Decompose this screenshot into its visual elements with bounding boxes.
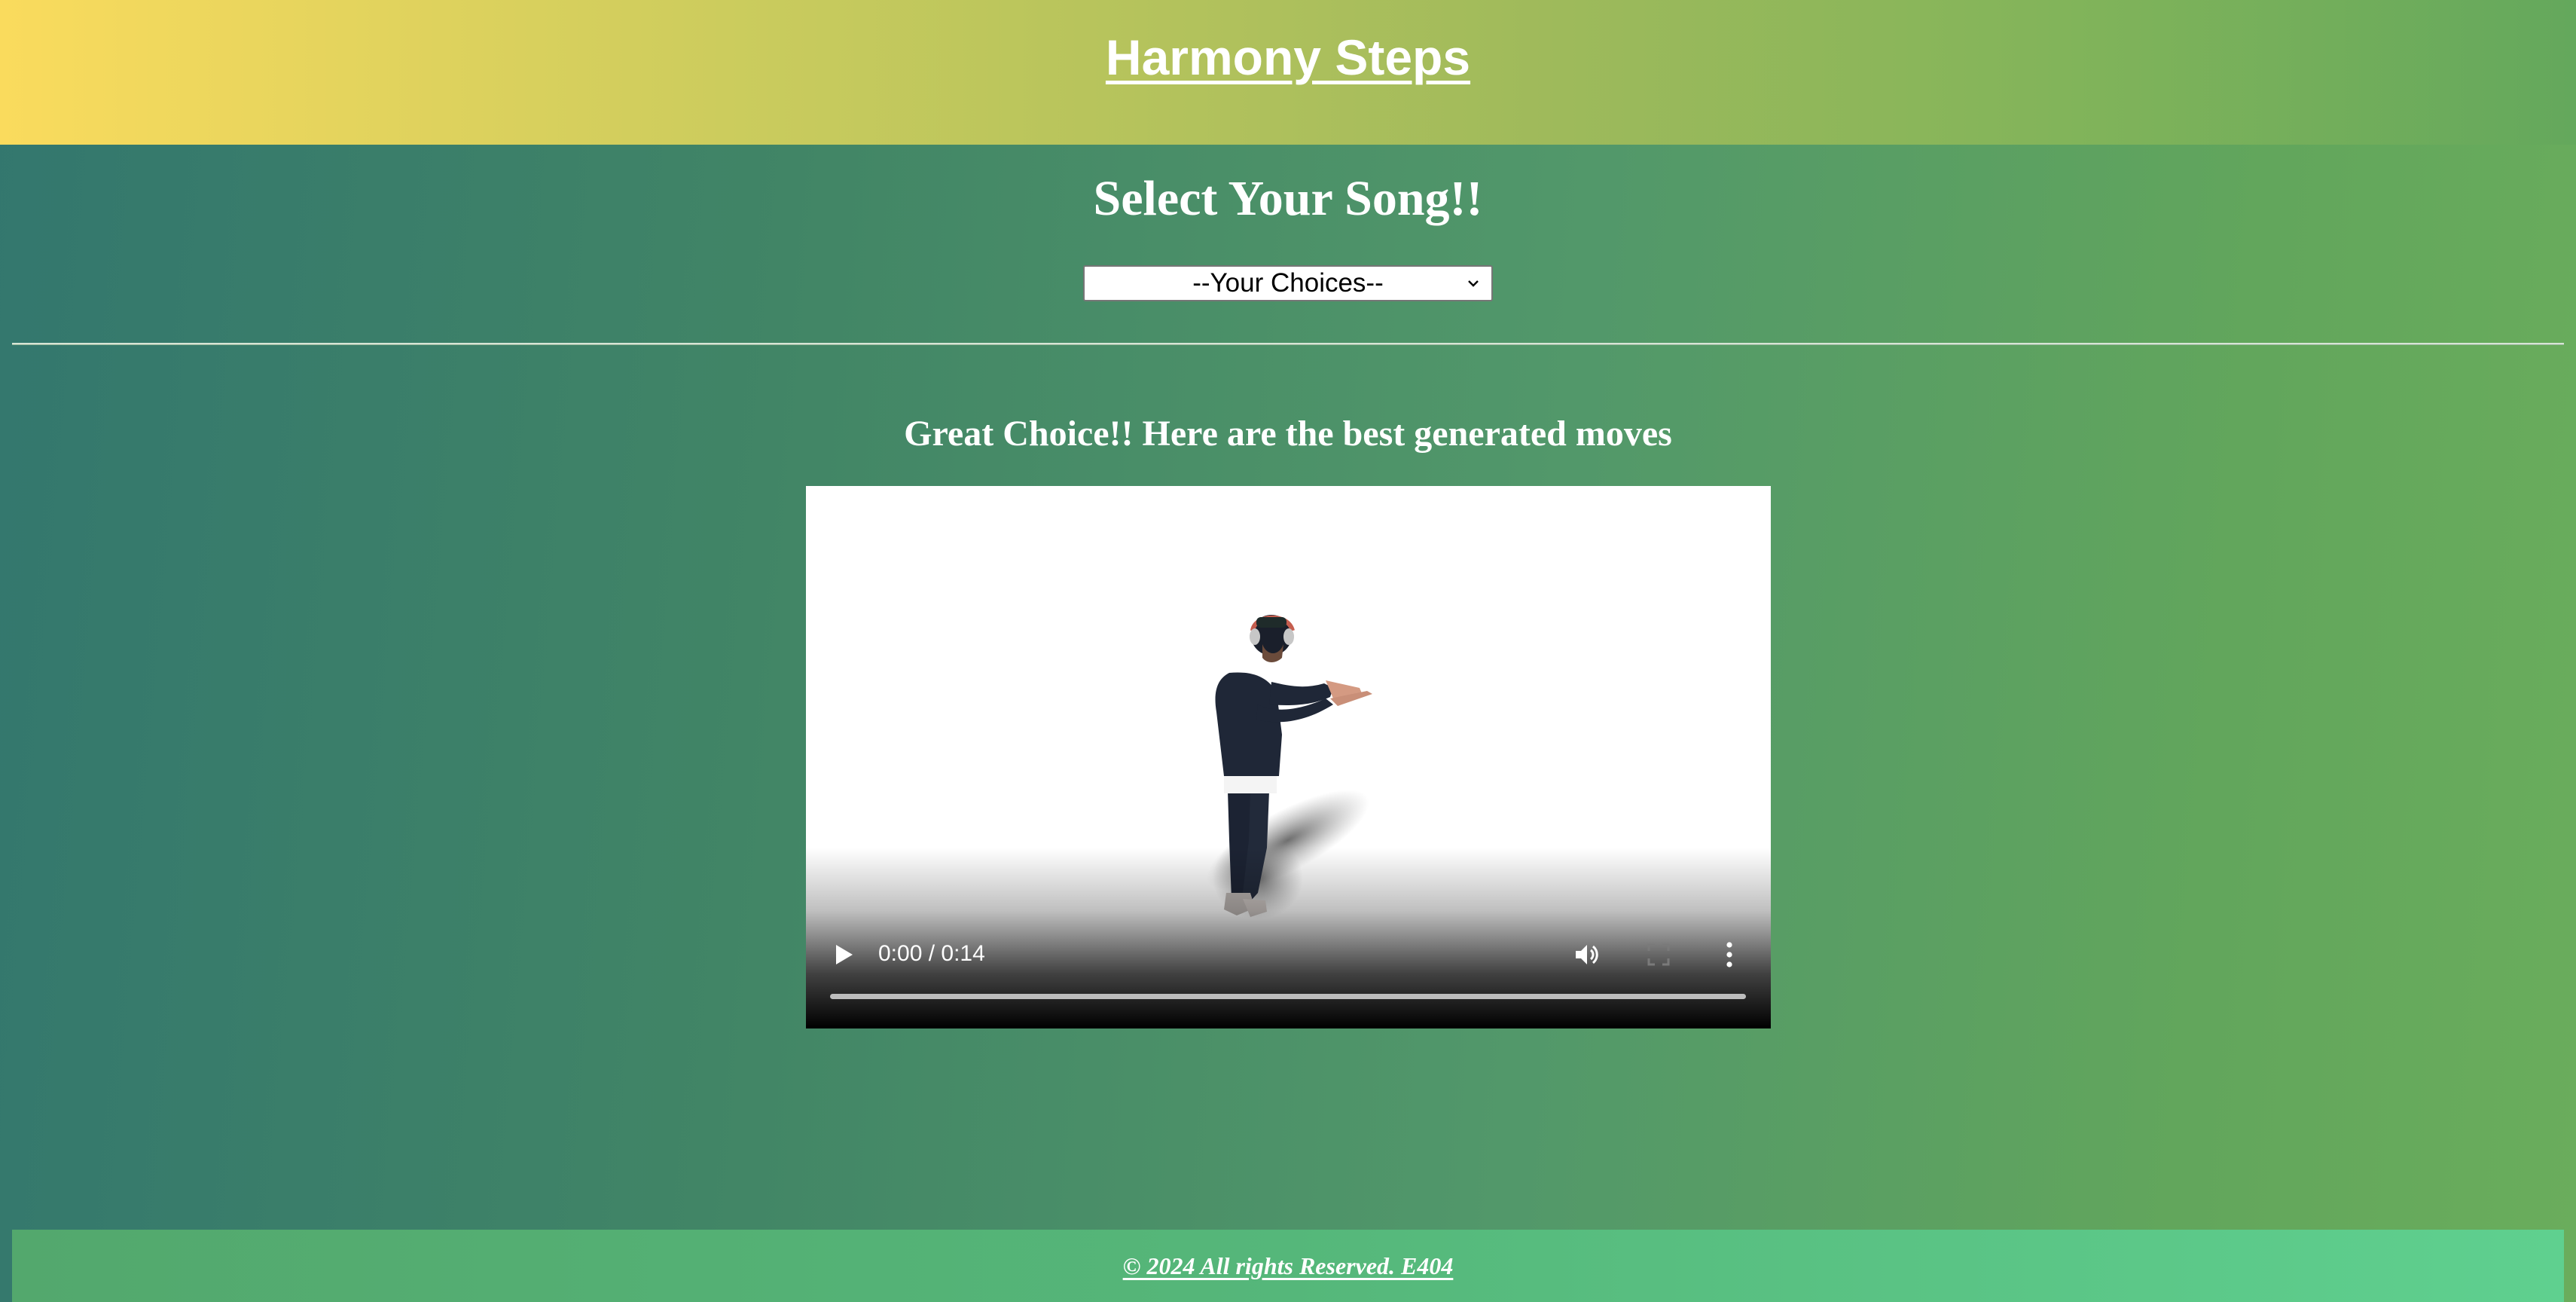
video-time-display: 0:00 / 0:14 — [878, 941, 985, 966]
select-song-heading: Select Your Song!! — [1093, 171, 1483, 226]
more-vertical-icon[interactable] — [1726, 941, 1733, 968]
song-select-value: --Your Choices-- — [1192, 268, 1384, 298]
site-footer: © 2024 All rights Reserved. E404 — [12, 1230, 2564, 1302]
volume-icon[interactable] — [1573, 941, 1600, 968]
song-select-wrapper: --Your Choices-- — [1083, 265, 1493, 301]
chevron-down-icon — [1468, 280, 1479, 287]
fullscreen-icon[interactable] — [1647, 943, 1671, 967]
video-progress-bar[interactable] — [830, 994, 1746, 999]
video-controls-overlay — [806, 848, 1771, 1028]
copyright-link[interactable]: © 2024 All rights Reserved. E404 — [1123, 1252, 1454, 1280]
play-icon[interactable] — [835, 943, 854, 966]
site-title-link[interactable]: Harmony Steps — [1106, 29, 1470, 86]
site-header: Harmony Steps — [0, 0, 2576, 145]
section-divider — [12, 343, 2564, 345]
result-heading: Great Choice!! Here are the best generat… — [904, 414, 1672, 454]
song-select-dropdown[interactable]: --Your Choices-- — [1083, 265, 1493, 301]
dance-video-player[interactable]: 0:00 / 0:14 — [806, 486, 1771, 1028]
